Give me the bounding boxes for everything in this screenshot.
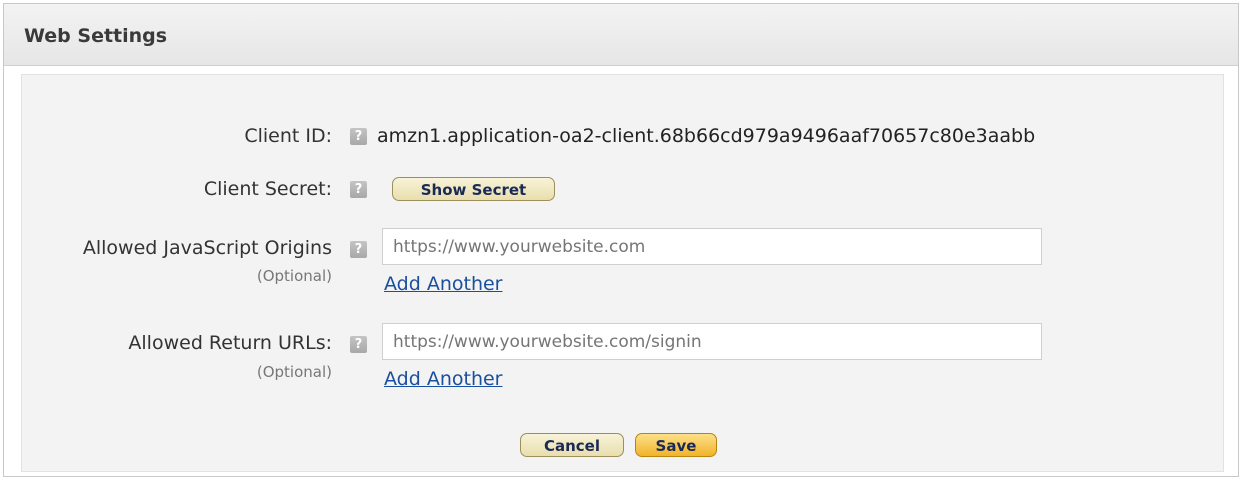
- panel-title: Web Settings: [24, 25, 168, 47]
- client-id-help-icon[interactable]: ?: [350, 128, 367, 145]
- return-urls-label: Allowed Return URLs:: [128, 332, 332, 354]
- client-id-label: Client ID:: [244, 125, 332, 147]
- panel-header: Web Settings: [4, 4, 1238, 66]
- js-origins-label: Allowed JavaScript Origins: [82, 237, 332, 259]
- js-origins-help-icon[interactable]: ?: [350, 241, 367, 258]
- settings-form: Client ID: ? amzn1.application-oa2-clien…: [21, 74, 1224, 472]
- client-secret-label: Client Secret:: [203, 178, 332, 200]
- web-settings-panel: Web Settings Client ID: ? amzn1.applicat…: [3, 3, 1239, 477]
- save-button[interactable]: Save: [635, 433, 717, 457]
- return-urls-help-icon[interactable]: ?: [350, 336, 367, 353]
- js-origins-input[interactable]: [382, 228, 1042, 265]
- show-secret-button[interactable]: Show Secret: [392, 177, 555, 201]
- js-origins-add-another-link[interactable]: Add Another: [384, 273, 502, 295]
- client-id-value: amzn1.application-oa2-client.68b66cd979a…: [377, 125, 1036, 147]
- client-secret-help-icon[interactable]: ?: [350, 181, 367, 198]
- return-urls-optional-note: (Optional): [256, 363, 332, 381]
- cancel-button[interactable]: Cancel: [520, 433, 624, 457]
- return-urls-add-another-link[interactable]: Add Another: [384, 368, 502, 390]
- js-origins-optional-note: (Optional): [256, 267, 332, 285]
- return-urls-input[interactable]: [382, 323, 1042, 360]
